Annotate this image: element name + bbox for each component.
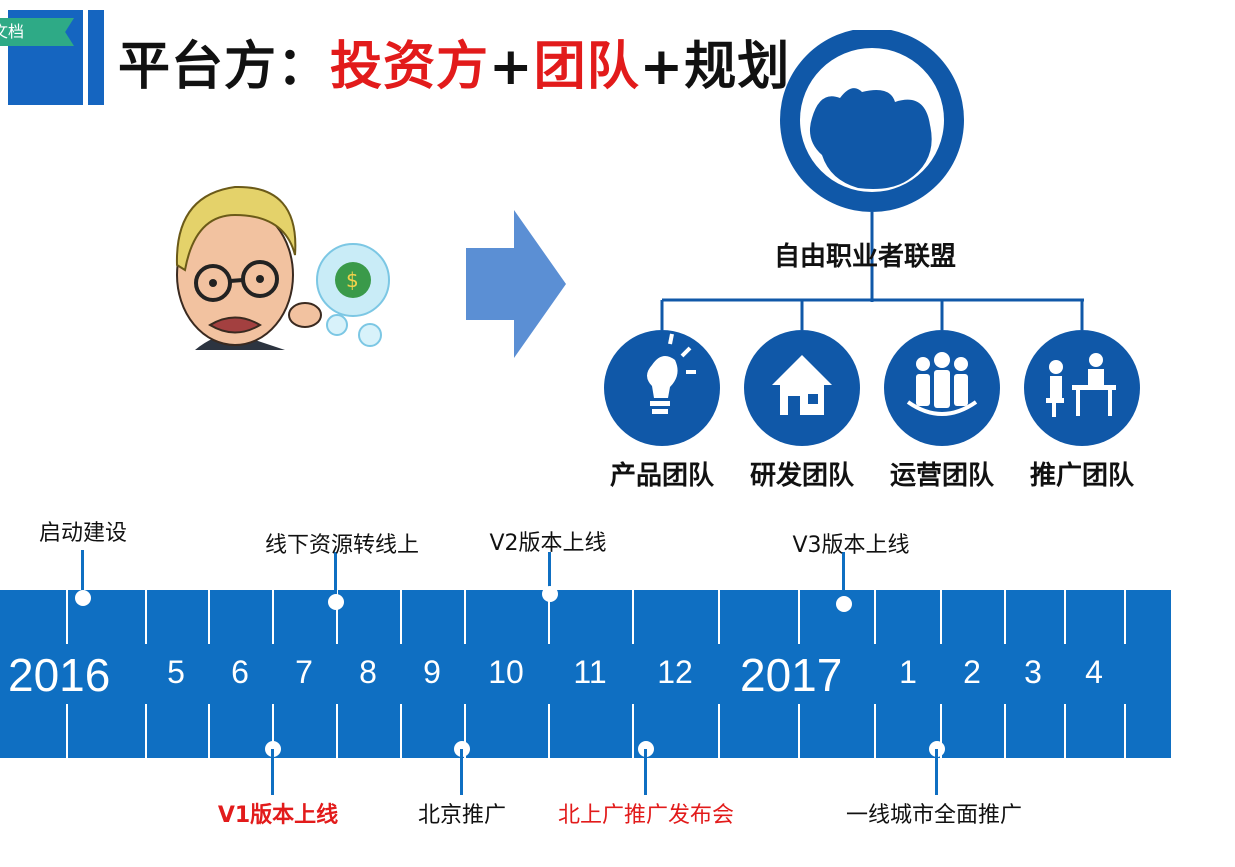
month-label: 3 bbox=[1024, 654, 1042, 690]
title-prefix: 平台方： bbox=[118, 37, 331, 97]
timeline-divider bbox=[1124, 590, 1126, 644]
timeline-divider bbox=[66, 704, 68, 758]
timeline-divider bbox=[400, 590, 402, 644]
timeline-divider bbox=[1124, 704, 1126, 758]
timeline-divider bbox=[940, 590, 942, 644]
timeline-divider bbox=[400, 704, 402, 758]
month-label: 4 bbox=[1085, 654, 1103, 690]
timeline-divider bbox=[66, 590, 68, 644]
team-label-rnd: 研发团队 bbox=[749, 461, 854, 491]
timeline-divider bbox=[1064, 590, 1066, 644]
timeline-divider bbox=[874, 590, 876, 644]
team-label-product: 产品团队 bbox=[609, 461, 714, 491]
investor-cartoon-illustration: $ bbox=[175, 185, 390, 350]
month-label: 12 bbox=[657, 654, 693, 690]
header-blue-bar bbox=[88, 10, 104, 105]
timeline-divider bbox=[272, 590, 274, 644]
org-root-label: 自由职业者联盟 bbox=[773, 242, 956, 272]
event-launch-build: 启动建设 bbox=[38, 521, 128, 546]
event-stem bbox=[644, 749, 647, 795]
timeline-divider bbox=[798, 590, 800, 644]
timeline-divider bbox=[336, 704, 338, 758]
timeline-divider bbox=[208, 704, 210, 758]
svg-text:$: $ bbox=[346, 268, 359, 292]
document-tab[interactable]: 文档 bbox=[0, 18, 74, 46]
month-label: 5 bbox=[167, 654, 185, 690]
month-label: 10 bbox=[488, 654, 524, 690]
timeline-divider bbox=[464, 590, 466, 644]
event-offline-to-online: 线下资源转线上 bbox=[264, 533, 420, 558]
house-icon bbox=[744, 330, 860, 446]
timeline-divider bbox=[632, 704, 634, 758]
team-label-promotion: 推广团队 bbox=[1029, 461, 1134, 491]
event-tier1-promotion: 一线城市全面推广 bbox=[845, 803, 1023, 828]
event-dot bbox=[542, 586, 558, 602]
event-stem bbox=[271, 749, 274, 795]
timeline-divider bbox=[632, 590, 634, 644]
year-label-2016: 2016 bbox=[8, 649, 111, 701]
month-label: 8 bbox=[359, 654, 377, 690]
timeline-divider bbox=[798, 704, 800, 758]
event-stem bbox=[935, 749, 938, 795]
timeline-divider bbox=[1004, 704, 1006, 758]
timeline-divider bbox=[145, 704, 147, 758]
timeline-divider bbox=[718, 590, 720, 644]
timeline-divider bbox=[548, 704, 550, 758]
lightbulb-icon bbox=[604, 330, 720, 446]
timeline-divider bbox=[1064, 704, 1066, 758]
event-stem bbox=[460, 749, 463, 795]
timeline-divider bbox=[874, 704, 876, 758]
event-dot bbox=[836, 596, 852, 612]
event-beijing-promotion: 北京推广 bbox=[417, 803, 507, 828]
month-label: 11 bbox=[573, 654, 607, 690]
event-v1-release: V1版本上线 bbox=[217, 803, 339, 828]
event-v2-release: V2版本上线 bbox=[489, 531, 607, 556]
title-investor: 投资方 bbox=[330, 37, 490, 97]
right-arrow-icon bbox=[466, 210, 566, 358]
event-launch-conference: 北上广推广发布会 bbox=[557, 803, 735, 828]
event-dot bbox=[328, 594, 344, 610]
timeline-divider bbox=[1004, 590, 1006, 644]
month-label: 9 bbox=[423, 654, 441, 690]
event-v3-release: V3版本上线 bbox=[792, 533, 910, 558]
month-label: 7 bbox=[295, 654, 313, 690]
month-label: 1 bbox=[899, 654, 917, 690]
event-dot bbox=[75, 590, 91, 606]
timeline-divider bbox=[718, 704, 720, 758]
year-label-2017: 2017 bbox=[740, 649, 843, 701]
team-label-operations: 运营团队 bbox=[889, 461, 994, 491]
meeting-icon bbox=[1024, 330, 1140, 446]
people-group-icon bbox=[884, 330, 1000, 446]
timeline-divider bbox=[208, 590, 210, 644]
timeline-divider bbox=[145, 590, 147, 644]
globe-icon bbox=[780, 30, 964, 212]
month-label: 6 bbox=[231, 654, 249, 690]
month-label: 2 bbox=[963, 654, 981, 690]
title-plus-1: + bbox=[489, 37, 534, 97]
